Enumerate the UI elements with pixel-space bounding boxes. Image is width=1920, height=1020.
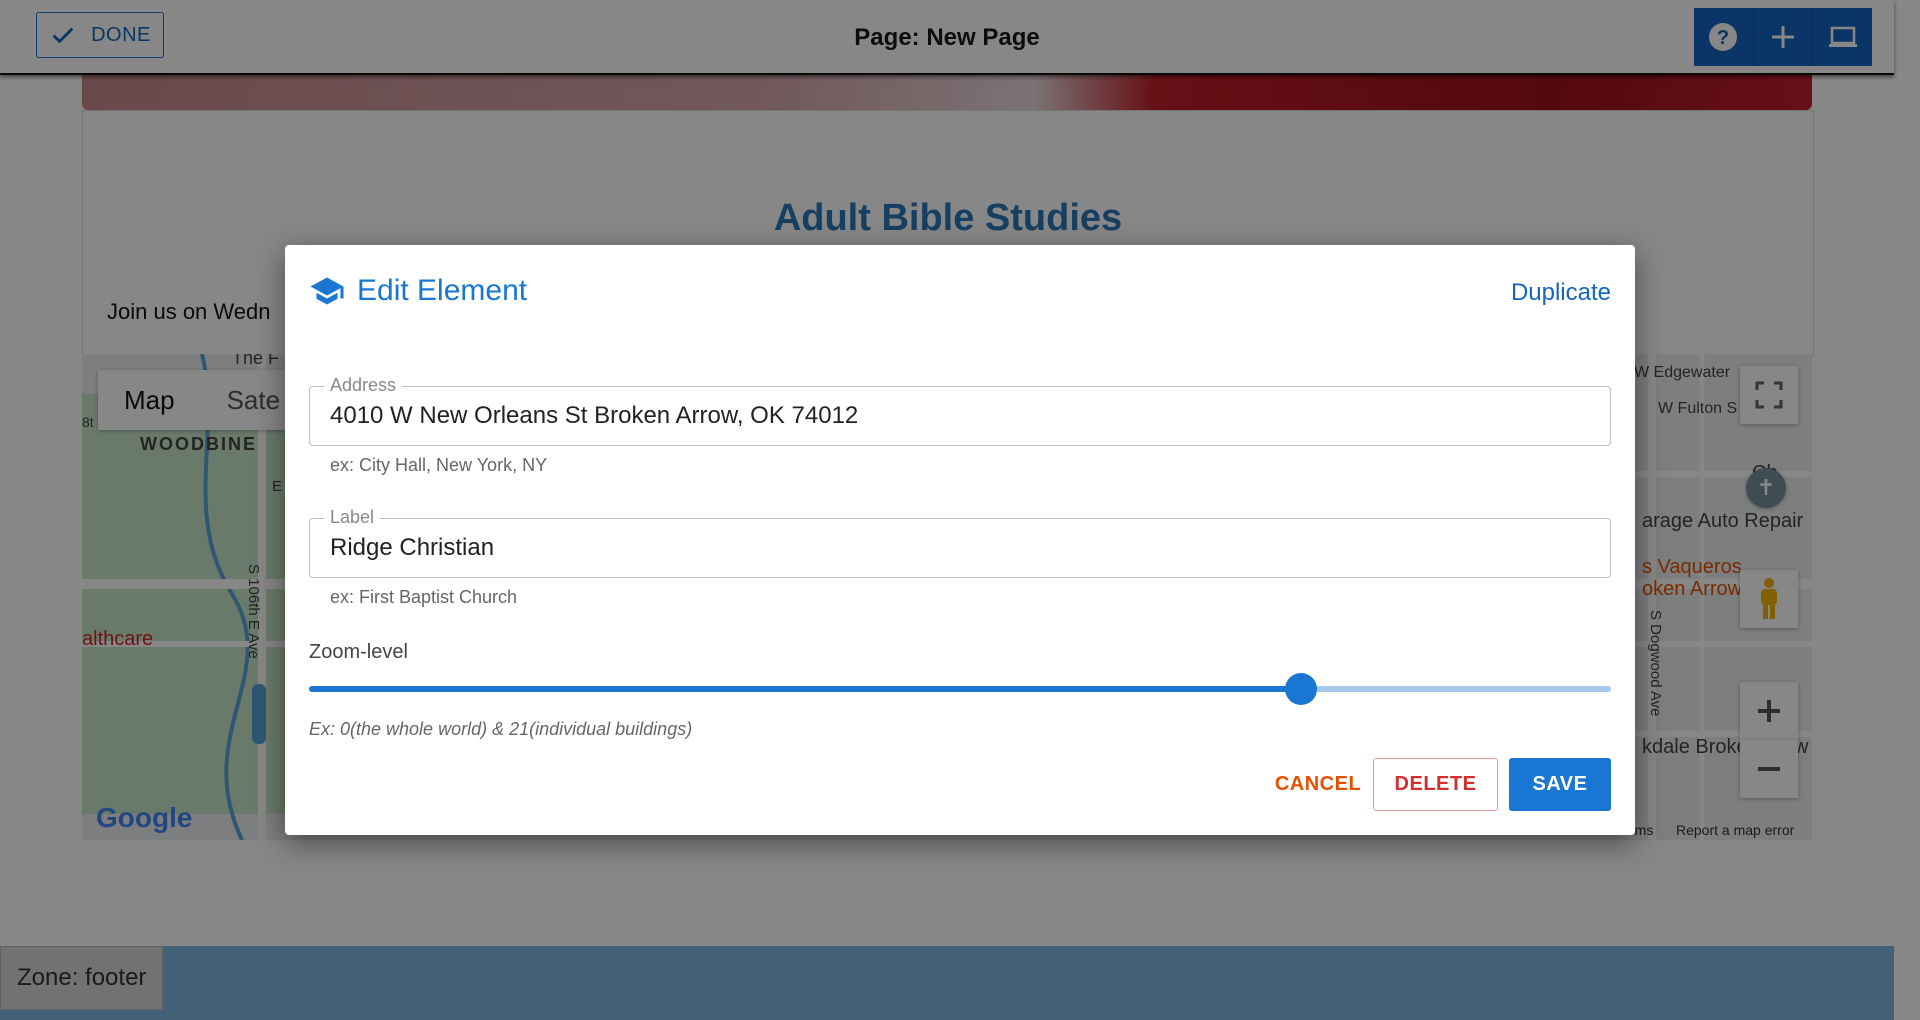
dialog-title: Edit Element — [357, 274, 528, 307]
address-input[interactable]: 4010 W New Orleans St Broken Arrow, OK 7… — [330, 402, 858, 430]
zoom-level-slider[interactable] — [309, 673, 1611, 705]
edit-element-dialog: Edit Element Duplicate Address 4010 W Ne… — [285, 245, 1635, 835]
dialog-header: Edit Element — [309, 273, 527, 309]
zoom-slider-fill — [309, 686, 1301, 692]
graduation-cap-icon — [310, 277, 344, 305]
address-field[interactable]: Address 4010 W New Orleans St Broken Arr… — [309, 375, 1611, 446]
label-field-label: Label — [324, 507, 381, 528]
delete-button[interactable]: DELETE — [1373, 758, 1498, 811]
address-hint: ex: City Hall, New York, NY — [330, 455, 548, 475]
zoom-level-hint: Ex: 0(the whole world) & 21(individual b… — [309, 719, 693, 739]
label-hint: ex: First Baptist Church — [330, 587, 518, 607]
save-button[interactable]: SAVE — [1509, 758, 1611, 811]
address-field-label: Address — [324, 375, 403, 396]
label-input[interactable]: Ridge Christian — [330, 534, 494, 562]
cancel-button[interactable]: CANCEL — [1255, 758, 1381, 811]
zoom-level-label: Zoom-level — [309, 641, 408, 663]
label-field[interactable]: Label Ridge Christian — [309, 507, 1611, 578]
zoom-slider-thumb[interactable] — [1285, 673, 1317, 705]
duplicate-button[interactable]: Duplicate — [1511, 279, 1611, 307]
